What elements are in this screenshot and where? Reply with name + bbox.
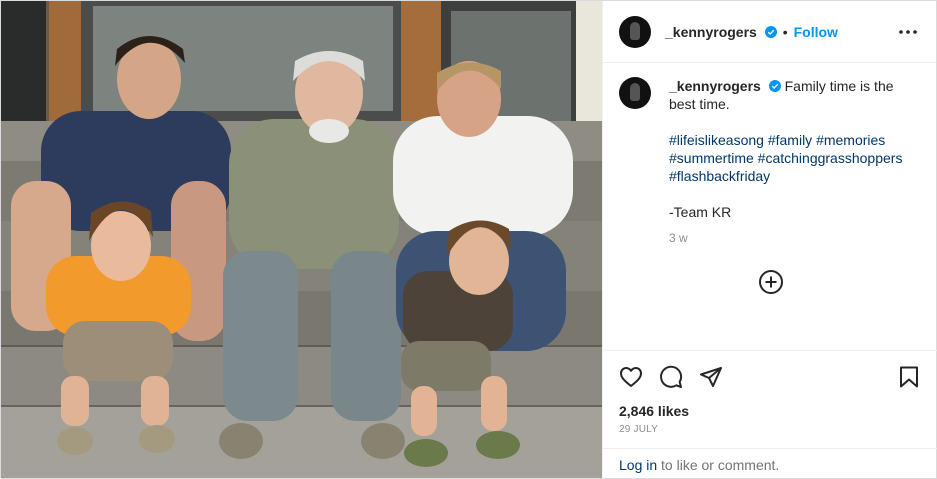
caption-age[interactable]: 3 w [669,229,919,247]
caption-section: _kennyrogers Family time is the best tim… [619,77,919,247]
family-photo-image [1,1,602,478]
share-icon[interactable] [699,365,723,389]
author-avatar[interactable] [619,15,651,48]
post-date[interactable]: 29 July [619,424,921,435]
follow-button[interactable]: Follow [794,24,838,40]
bookmark-icon[interactable] [897,365,921,389]
post-header: _kennyrogers • Follow [603,1,936,63]
heart-icon[interactable] [619,365,643,389]
caption-author-avatar[interactable] [619,77,651,109]
comment-icon[interactable] [659,365,683,389]
author-username-text[interactable]: _kennyrogers [665,24,757,40]
caption-author-username[interactable]: _kennyrogers [669,78,785,94]
caption-hashtags: #lifeislikeasong #family #memories #summ… [669,131,919,185]
login-prompt-text: to like or comment. [661,457,780,473]
post-side-panel: _kennyrogers • Follow _kennyrogers Famil… [602,1,937,478]
post-photo[interactable] [1,1,602,478]
instagram-post: _kennyrogers • Follow _kennyrogers Famil… [0,0,937,479]
login-link[interactable]: Log in [619,457,657,473]
hashtag-line-1[interactable]: #lifeislikeasong #family #memories [669,132,885,148]
author-username[interactable]: _kennyrogers [665,24,777,40]
verified-badge-icon [764,25,777,38]
caption-author-username-text[interactable]: _kennyrogers [669,78,761,94]
hashtag-line-2[interactable]: #summertime #catchinggrasshoppers [669,150,902,166]
action-row [619,351,921,403]
post-actions: 2,846 likes 29 July [603,350,937,435]
verified-badge-icon [768,80,781,92]
separator-dot: • [782,23,788,40]
caption-body: _kennyrogers Family time is the best tim… [669,77,919,247]
caption-row: _kennyrogers Family time is the best tim… [619,77,919,247]
add-comment-icon[interactable] [758,269,784,295]
hashtag-line-3[interactable]: #flashbackfriday [669,168,770,184]
login-prompt: Log in to like or comment. [603,448,937,478]
caption-signoff: -Team KR [669,204,732,220]
likes-count[interactable]: 2,846 likes [619,403,921,419]
more-options-icon[interactable] [896,20,920,44]
